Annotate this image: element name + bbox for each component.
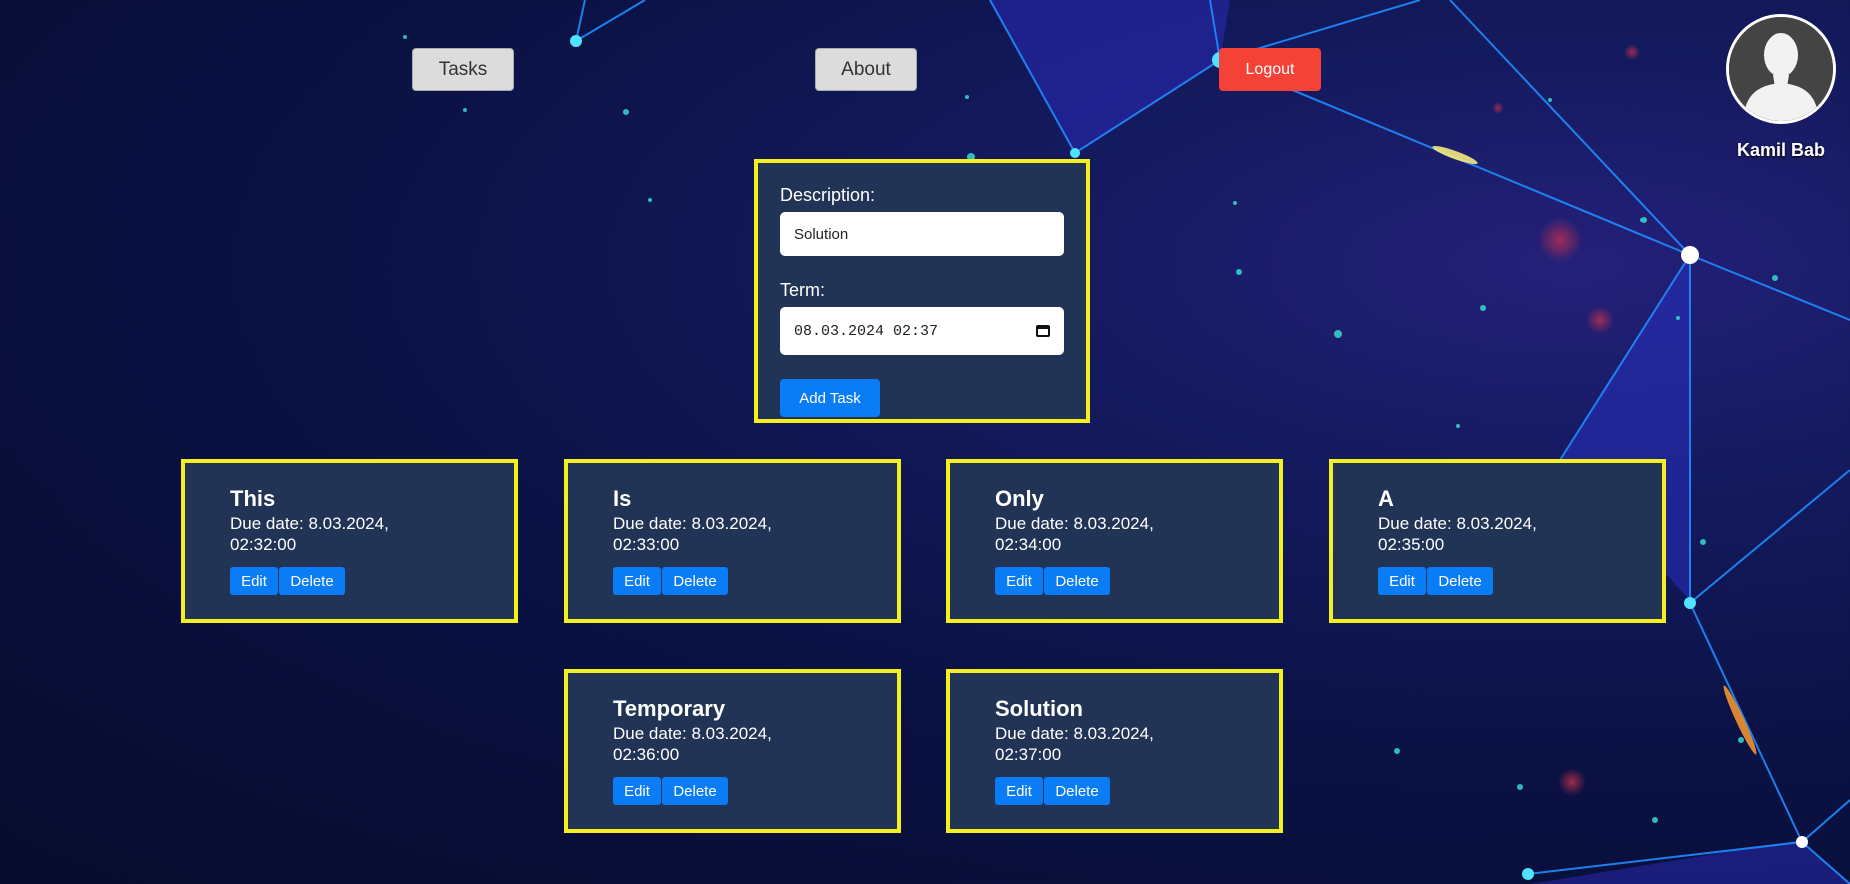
task-due-date: Due date: 8.03.2024, 02:36:00 [613, 724, 772, 764]
term-label: Term: [780, 280, 825, 300]
edit-task-button[interactable]: Edit [230, 567, 278, 595]
task-due-date: Due date: 8.03.2024, 02:32:00 [230, 514, 389, 554]
task-title: Temporary [613, 696, 726, 721]
edit-task-button[interactable]: Edit [613, 567, 661, 595]
description-label: Description: [780, 185, 876, 205]
term-datetime-input[interactable]: 08.03.2024 02:37 [780, 307, 1064, 355]
task-card: A Due date: 8.03.2024, 02:35:00 Edit Del… [1329, 459, 1666, 623]
delete-task-button[interactable]: Delete [1427, 567, 1493, 595]
user-silhouette-icon [1729, 17, 1833, 121]
task-due-date: Due date: 8.03.2024, 02:35:00 [1378, 514, 1537, 554]
delete-task-button[interactable]: Delete [1044, 567, 1110, 595]
task-title: Is [613, 486, 632, 511]
network-background [403, 0, 1850, 884]
edit-task-button[interactable]: Edit [995, 567, 1043, 595]
delete-task-button[interactable]: Delete [279, 567, 345, 595]
task-card: Only Due date: 8.03.2024, 02:34:00 Edit … [946, 459, 1283, 623]
task-due-date: Due date: 8.03.2024, 02:34:00 [995, 514, 1154, 554]
add-task-form: Description: Solution Term: 08.03.2024 0… [754, 159, 1090, 423]
delete-task-button[interactable]: Delete [1044, 777, 1110, 805]
delete-task-button[interactable]: Delete [662, 567, 728, 595]
edit-task-button[interactable]: Edit [613, 777, 661, 805]
task-card: Is Due date: 8.03.2024, 02:33:00 Edit De… [564, 459, 901, 623]
about-nav-button[interactable]: About [815, 48, 917, 91]
task-title: A [1378, 486, 1394, 511]
task-title: This [230, 486, 276, 511]
logout-button[interactable]: Logout [1219, 48, 1321, 91]
edit-task-button[interactable]: Edit [995, 777, 1043, 805]
add-task-button[interactable]: Add Task [780, 379, 880, 417]
term-value: 08.03.2024 02:37 [794, 322, 939, 340]
avatar[interactable] [1726, 14, 1836, 124]
description-input[interactable]: Solution [780, 212, 1064, 256]
user-name: Kamil Bab [1736, 140, 1826, 160]
edit-task-button[interactable]: Edit [1378, 567, 1426, 595]
delete-task-button[interactable]: Delete [662, 777, 728, 805]
tasks-nav-button[interactable]: Tasks [412, 48, 514, 91]
task-card: Solution Due date: 8.03.2024, 02:37:00 E… [946, 669, 1283, 833]
task-due-date: Due date: 8.03.2024, 02:37:00 [995, 724, 1154, 764]
calendar-icon[interactable] [1036, 325, 1050, 337]
task-card: Temporary Due date: 8.03.2024, 02:36:00 … [564, 669, 901, 833]
task-card: This Due date: 8.03.2024, 02:32:00 Edit … [181, 459, 518, 623]
task-title: Only [995, 486, 1044, 511]
task-title: Solution [995, 696, 1083, 721]
task-due-date: Due date: 8.03.2024, 02:33:00 [613, 514, 772, 554]
